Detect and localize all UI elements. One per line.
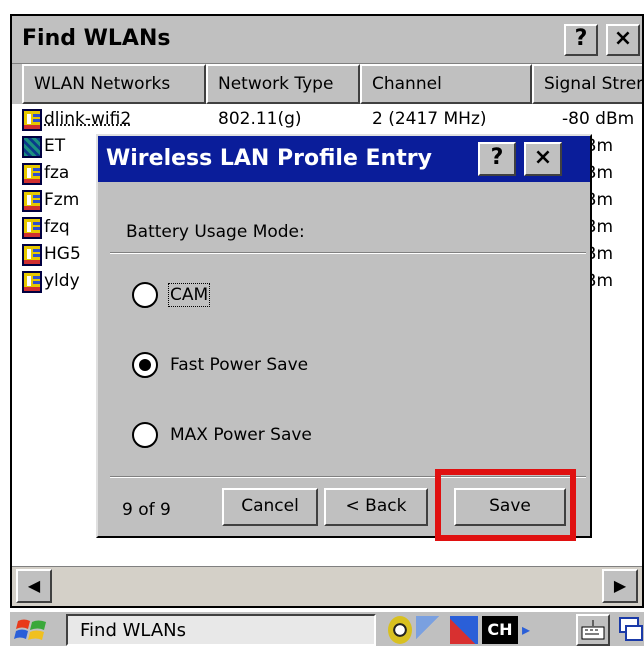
column-header-wlan-networks[interactable]: WLAN Networks	[22, 64, 206, 104]
system-tray: CH ▸	[384, 614, 600, 646]
column-header-signal-strength[interactable]: Signal Stren	[532, 64, 642, 104]
column-header-channel[interactable]: Channel	[360, 64, 532, 104]
taskbar-find-wlans[interactable]: Find WLANs	[66, 614, 376, 646]
profile-icon	[22, 244, 42, 266]
dialog-help-button[interactable]: ?	[478, 142, 516, 176]
battery-usage-label: Battery Usage Mode:	[126, 222, 305, 242]
save-button-highlight	[435, 469, 576, 541]
window-switch-icon[interactable]	[618, 616, 644, 644]
keyboard-icon[interactable]	[576, 614, 610, 646]
window-titlebar: Find WLANs ? ×	[12, 16, 642, 64]
language-badge[interactable]: CH	[482, 616, 518, 644]
profile-icon	[22, 217, 42, 239]
scroll-right-button[interactable]: ▶	[602, 569, 638, 603]
page-indicator: 9 of 9	[122, 500, 171, 520]
radio-fast-power-save-label: Fast Power Save	[170, 355, 309, 375]
column-header-network-type[interactable]: Network Type	[206, 64, 360, 104]
radio-max-power-save-button[interactable]	[132, 422, 158, 448]
cancel-button[interactable]: Cancel	[222, 488, 318, 526]
tray-expand-icon[interactable]: ▸	[522, 616, 536, 644]
list-item[interactable]: dlink-wifi2 802.11(g) 2 (2417 MHz) -80 d…	[12, 106, 642, 133]
radio-cam-button[interactable]	[132, 282, 158, 308]
taskbar: Find WLANs CH ▸	[10, 610, 644, 646]
divider	[110, 252, 586, 254]
dialog-titlebar: Wireless LAN Profile Entry ? ×	[98, 136, 590, 182]
adhoc-network-icon	[22, 136, 42, 158]
horizontal-scrollbar[interactable]: ◀ ▶	[12, 566, 642, 606]
profile-icon	[22, 163, 42, 185]
back-button[interactable]: < Back	[324, 488, 428, 526]
dialog-title: Wireless LAN Profile Entry	[106, 146, 432, 171]
column-header-bar: WLAN Networks Network Type Channel Signa…	[12, 64, 642, 104]
help-button[interactable]: ?	[564, 24, 598, 56]
profile-icon	[22, 271, 42, 293]
globe-icon[interactable]	[388, 616, 412, 644]
close-button[interactable]: ×	[606, 24, 640, 56]
radio-cam-label: CAM	[167, 283, 211, 307]
profile-icon	[22, 109, 42, 131]
dialog-close-button[interactable]: ×	[524, 142, 562, 176]
window-title: Find WLANs	[22, 26, 171, 51]
windows-start-icon[interactable]	[14, 615, 50, 645]
profile-icon	[22, 190, 42, 212]
radio-max-power-save-label: MAX Power Save	[170, 425, 312, 445]
connection-icon[interactable]	[450, 616, 478, 644]
scroll-left-button[interactable]: ◀	[16, 569, 52, 603]
radio-fast-power-save-button[interactable]	[132, 352, 158, 378]
network-icon[interactable]	[416, 616, 446, 644]
